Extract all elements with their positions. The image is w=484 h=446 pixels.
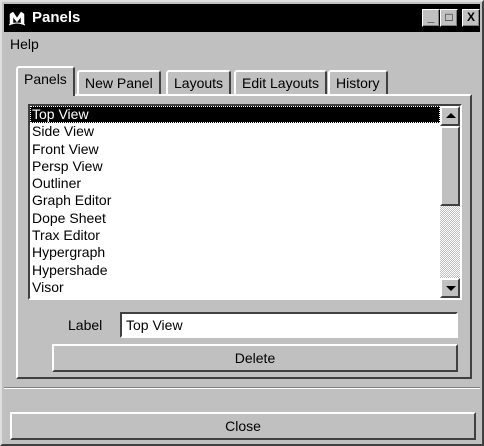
list-item[interactable]: Outliner — [30, 175, 440, 192]
list-item[interactable]: Trax Editor — [30, 227, 440, 244]
maximize-icon: □ — [445, 10, 453, 24]
list-item[interactable]: Visor — [30, 279, 440, 296]
menu-bar: Help — [4, 34, 480, 56]
arrow-up-icon — [446, 113, 456, 118]
panel-listbox[interactable]: Top View Side View Front View Persp View… — [28, 104, 462, 300]
maximize-button[interactable]: □ — [440, 9, 458, 27]
list-item[interactable]: Top View — [30, 106, 440, 124]
scroll-up-button[interactable] — [440, 106, 460, 126]
close-icon: X — [466, 10, 475, 24]
minimize-button[interactable]: _ — [422, 9, 440, 27]
tab-layouts[interactable]: Layouts — [166, 70, 232, 94]
maya-logo-icon — [8, 11, 26, 26]
list-scrollbar[interactable] — [440, 106, 460, 298]
tab-new-panel[interactable]: New Panel — [77, 70, 161, 94]
panels-window: Panels _ □ X Help Panels New Panel Layou… — [0, 0, 484, 446]
close-button[interactable]: Close — [10, 412, 476, 440]
list-item[interactable]: Front View — [30, 141, 440, 158]
list-item[interactable]: Graph Editor — [30, 192, 440, 209]
list-item[interactable]: Persp View — [30, 158, 440, 175]
tab-history[interactable]: History — [328, 70, 388, 94]
panel-list: Top View Side View Front View Persp View… — [30, 106, 440, 298]
scroll-down-button[interactable] — [440, 278, 460, 298]
menu-help[interactable]: Help — [10, 36, 39, 52]
tab-panels[interactable]: Panels — [16, 66, 75, 96]
arrow-down-icon — [446, 286, 456, 291]
list-item[interactable]: Dope Sheet — [30, 210, 440, 227]
close-window-button[interactable]: X — [462, 9, 480, 27]
delete-button[interactable]: Delete — [52, 344, 458, 372]
window-title: Panels — [32, 9, 81, 26]
label-caption: Label — [68, 317, 103, 333]
list-item[interactable]: Hypershade — [30, 262, 440, 279]
panels-tab-content: Top View Side View Front View Persp View… — [16, 94, 472, 379]
scroll-thumb[interactable] — [440, 126, 460, 206]
list-item[interactable]: Hypergraph — [30, 244, 440, 261]
minimize-icon: _ — [427, 10, 435, 24]
tab-edit-layouts[interactable]: Edit Layouts — [234, 70, 328, 94]
tab-bar: Panels New Panel Layouts Edit Layouts Hi… — [16, 66, 472, 96]
separator — [4, 387, 480, 389]
list-item[interactable]: Side View — [30, 123, 440, 140]
label-input[interactable] — [120, 312, 458, 338]
title-bar[interactable]: Panels _ □ X — [4, 4, 480, 32]
